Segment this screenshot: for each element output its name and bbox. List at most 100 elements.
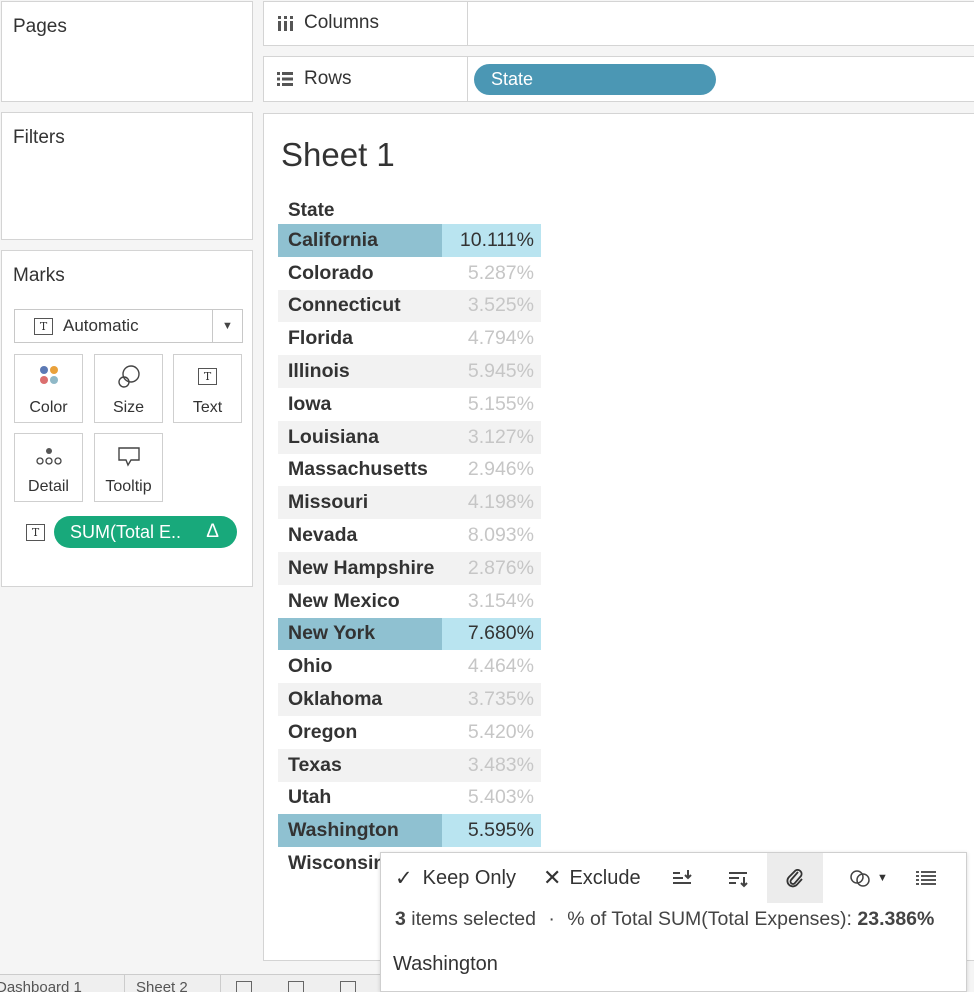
text-label: Text xyxy=(192,399,223,416)
sheet-tabs-bar: Dashboard 1 Sheet 2 xyxy=(0,974,380,992)
group-members-button[interactable] xyxy=(767,853,823,903)
state-cell[interactable]: Florida xyxy=(278,322,442,355)
close-icon: ✕ xyxy=(543,865,562,890)
state-cell[interactable]: Washington xyxy=(278,814,442,848)
percent-cell[interactable]: 3.127% xyxy=(442,421,541,454)
percent-cell[interactable]: 3.154% xyxy=(442,585,541,618)
view-data-button[interactable] xyxy=(915,853,937,903)
marks-panel: Marks T Automatic ▼ Color Size T Text De… xyxy=(1,250,253,587)
state-cell[interactable]: Connecticut xyxy=(278,290,442,323)
detail-card[interactable]: Detail xyxy=(14,433,83,502)
percent-cell[interactable]: 3.735% xyxy=(442,683,541,716)
table-row[interactable]: California 10.111% xyxy=(278,224,541,257)
table-row[interactable]: Ohio 4.464% xyxy=(278,650,541,683)
exclude-button[interactable]: ✕ Exclude xyxy=(543,853,641,903)
table-row[interactable]: Oregon 5.420% xyxy=(278,716,541,749)
tooltip-card[interactable]: Tooltip xyxy=(94,433,163,502)
selection-summary: 3 items selected · % of Total SUM(Total … xyxy=(395,908,934,931)
view-data-icon xyxy=(916,871,936,885)
new-story-icon[interactable] xyxy=(340,981,356,992)
text-card[interactable]: T Text xyxy=(173,354,242,423)
table-row[interactable]: Missouri 4.198% xyxy=(278,486,541,520)
table-row[interactable]: Washington 5.595% xyxy=(278,814,541,848)
rows-icon xyxy=(277,72,293,86)
table-row[interactable]: New Mexico 3.154% xyxy=(278,585,541,618)
sort-descending-button[interactable] xyxy=(727,853,749,903)
chevron-down-icon[interactable]: ▼ xyxy=(212,310,242,342)
rows-divider xyxy=(467,57,468,101)
color-card[interactable]: Color xyxy=(14,354,83,423)
rows-label: Rows xyxy=(304,68,352,89)
state-cell[interactable]: Massachusetts xyxy=(278,454,442,487)
percent-cell[interactable]: 5.403% xyxy=(442,782,541,815)
filters-panel[interactable]: Filters xyxy=(1,112,253,240)
new-worksheet-icon[interactable] xyxy=(236,981,252,992)
size-label: Size xyxy=(112,399,145,416)
rows-shelf[interactable]: Rows State xyxy=(263,56,974,102)
percent-cell[interactable]: 5.155% xyxy=(442,388,541,421)
state-cell[interactable]: Iowa xyxy=(278,388,442,421)
pages-panel: Pages xyxy=(1,1,253,102)
state-cell[interactable]: California xyxy=(278,224,442,257)
table-row[interactable]: New York 7.680% xyxy=(278,617,541,651)
state-cell[interactable]: Texas xyxy=(278,749,442,782)
tab-sheet-2[interactable]: Sheet 2 xyxy=(136,979,188,992)
tab-dashboard-1[interactable]: Dashboard 1 xyxy=(0,979,116,992)
mark-type-dropdown[interactable]: T Automatic ▼ xyxy=(14,309,243,343)
table-row[interactable]: Iowa 5.155% xyxy=(278,388,541,421)
table-row[interactable]: Connecticut 3.525% xyxy=(278,289,541,323)
state-cell[interactable]: Nevada xyxy=(278,519,442,552)
state-cell[interactable]: Oregon xyxy=(278,716,442,749)
size-card[interactable]: Size xyxy=(94,354,163,423)
items-selected-label: items selected xyxy=(411,908,536,930)
paperclip-icon xyxy=(786,869,803,888)
table-row[interactable]: Nevada 8.093% xyxy=(278,519,541,552)
table-row[interactable]: Illinois 5.945% xyxy=(278,355,541,388)
measure-pill[interactable]: SUM(Total E.. Δ xyxy=(54,516,237,548)
percent-cell[interactable]: 8.093% xyxy=(442,519,541,552)
table-row[interactable]: Florida 4.794% xyxy=(278,322,541,355)
columns-shelf[interactable]: Columns xyxy=(263,1,974,46)
state-cell[interactable]: Louisiana xyxy=(278,421,442,454)
table-row[interactable]: Colorado 5.287% xyxy=(278,257,541,290)
state-cell[interactable]: Illinois xyxy=(278,355,442,388)
sort-ascending-button[interactable] xyxy=(671,853,693,903)
table-row[interactable]: Louisiana 3.127% xyxy=(278,420,541,454)
table-row[interactable]: Oklahoma 3.735% xyxy=(278,683,541,716)
state-cell[interactable]: Colorado xyxy=(278,257,442,290)
text-mark-icon: T xyxy=(34,317,53,335)
table-row[interactable]: Utah 5.403% xyxy=(278,782,541,815)
table-row[interactable]: New Hampshire 2.876% xyxy=(278,551,541,585)
create-set-button[interactable]: ▼ xyxy=(849,853,888,903)
summary-label: % of Total SUM(Total Expenses): xyxy=(567,908,852,930)
state-cell[interactable]: New Mexico xyxy=(278,585,442,618)
sheet-view: Sheet 1 State California 10.111% Colorado 5… xyxy=(263,113,974,961)
percent-cell[interactable]: 2.876% xyxy=(442,552,541,585)
state-pill[interactable]: State xyxy=(474,64,716,95)
percent-cell[interactable]: 10.111% xyxy=(442,224,541,257)
percent-cell[interactable]: 4.464% xyxy=(442,650,541,683)
new-dashboard-icon[interactable] xyxy=(288,981,304,992)
percent-cell[interactable]: 5.420% xyxy=(442,716,541,749)
percent-cell[interactable]: 3.525% xyxy=(442,290,541,323)
percent-cell[interactable]: 4.198% xyxy=(442,486,541,519)
keep-only-button[interactable]: ✓ Keep Only xyxy=(395,853,516,903)
percent-cell[interactable]: 4.794% xyxy=(442,322,541,355)
percent-cell[interactable]: 2.946% xyxy=(442,454,541,487)
state-pill-label: State xyxy=(491,69,534,89)
state-cell[interactable]: New Hampshire xyxy=(278,552,442,585)
percent-cell[interactable]: 7.680% xyxy=(442,617,541,651)
percent-cell[interactable]: 5.945% xyxy=(442,355,541,388)
state-cell[interactable]: Missouri xyxy=(278,486,442,519)
percent-cell[interactable]: 5.595% xyxy=(442,814,541,848)
state-cell[interactable]: Ohio xyxy=(278,650,442,683)
column-header-state[interactable]: State xyxy=(278,198,541,224)
table-row[interactable]: Texas 3.483% xyxy=(278,748,541,782)
percent-cell[interactable]: 5.287% xyxy=(442,257,541,290)
state-cell[interactable]: New York xyxy=(278,617,442,651)
state-cell[interactable]: Utah xyxy=(278,782,442,815)
table-row[interactable]: Massachusetts 2.946% xyxy=(278,454,541,487)
state-cell[interactable]: Oklahoma xyxy=(278,683,442,716)
columns-divider xyxy=(467,2,468,45)
percent-cell[interactable]: 3.483% xyxy=(442,749,541,782)
